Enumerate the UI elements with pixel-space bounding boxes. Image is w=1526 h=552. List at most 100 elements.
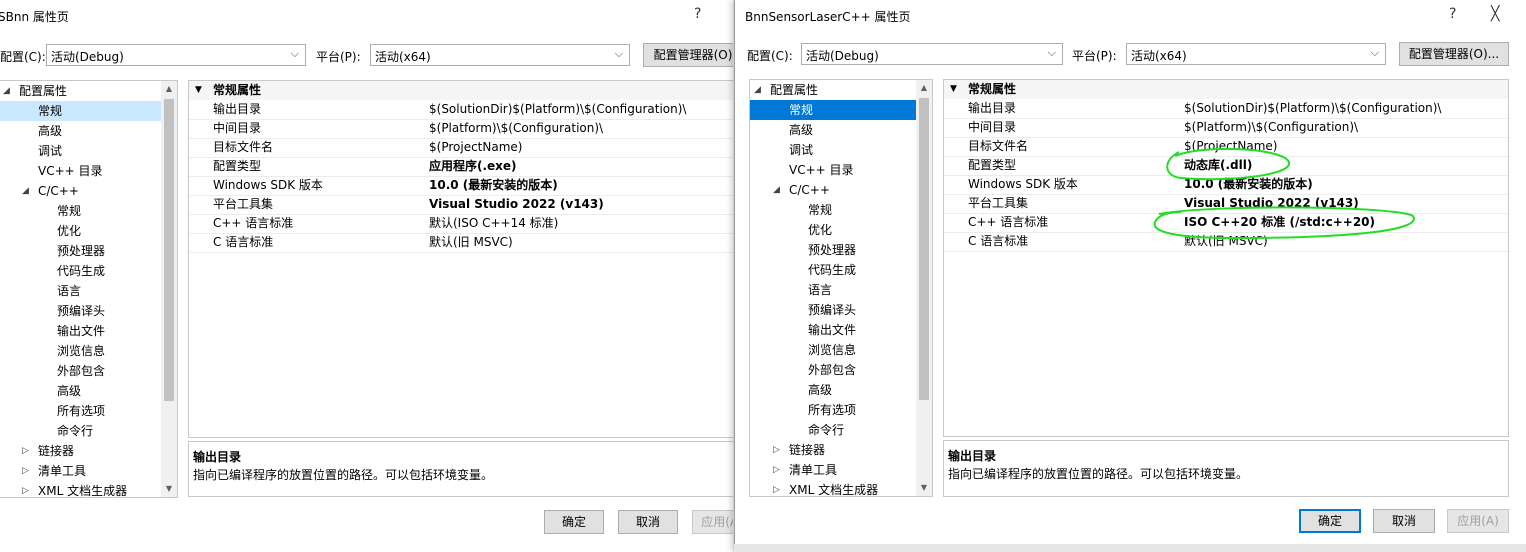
tree-scrollbar[interactable]: ▲ ▼: [916, 80, 932, 496]
tree-item[interactable]: ▷ 链接器: [0, 441, 161, 461]
apply-button[interactable]: 应用(A): [692, 510, 733, 534]
platform-select[interactable]: 活动(x64) ⌵: [1126, 43, 1386, 65]
property-row[interactable]: 目标文件名 $(ProjectName): [189, 138, 733, 158]
property-value[interactable]: 默认(旧 MSVC): [429, 233, 513, 252]
tree-item[interactable]: 常规: [750, 200, 916, 220]
group-header[interactable]: ▼ 常规属性: [944, 80, 1508, 99]
expand-arrow-icon[interactable]: ▷: [773, 480, 780, 496]
property-value[interactable]: 默认(ISO C++14 标准): [429, 214, 558, 233]
collapse-arrow-icon[interactable]: ◢: [22, 181, 29, 201]
tree-item[interactable]: 语言: [750, 280, 916, 300]
tree-item[interactable]: 命令行: [750, 420, 916, 440]
property-row[interactable]: Windows SDK 版本 10.0 (最新安装的版本): [944, 175, 1508, 195]
property-value[interactable]: Visual Studio 2022 (v143): [1184, 194, 1359, 213]
property-value[interactable]: 10.0 (最新安装的版本): [1184, 175, 1313, 194]
property-row[interactable]: C 语言标准 默认(旧 MSVC): [944, 232, 1508, 252]
tree-item[interactable]: 输出文件: [0, 321, 161, 341]
close-icon[interactable]: ╳: [1491, 6, 1499, 22]
property-grid[interactable]: ▼ 常规属性 输出目录 $(SolutionDir)$(Platform)\$(C…: [943, 79, 1509, 437]
tree-item[interactable]: ◢ 配置属性: [750, 80, 916, 100]
property-row[interactable]: 目标文件名 $(ProjectName): [944, 137, 1508, 157]
category-tree[interactable]: ▲ ▼ ◢ 配置属性 常规 高级 调试 VC++ 目录 ◢ C/C++ 常规 优化 预处理器 代码生成…: [0, 80, 178, 498]
help-button[interactable]: ?: [1449, 6, 1456, 22]
tree-item[interactable]: 预处理器: [0, 241, 161, 261]
tree-item[interactable]: 高级: [750, 380, 916, 400]
tree-item[interactable]: 命令行: [0, 421, 161, 441]
help-button[interactable]: ?: [694, 6, 701, 22]
property-row[interactable]: 平台工具集 Visual Studio 2022 (v143): [189, 195, 733, 215]
tree-item[interactable]: 常规: [0, 101, 161, 121]
property-value[interactable]: $(ProjectName): [429, 138, 522, 157]
scroll-up-icon[interactable]: ▲: [916, 80, 932, 96]
property-row[interactable]: 配置类型 应用程序(.exe): [189, 157, 733, 177]
property-value[interactable]: Visual Studio 2022 (v143): [429, 195, 604, 214]
property-row[interactable]: 配置类型 动态库(.dll): [944, 156, 1508, 176]
ok-button[interactable]: 确定: [544, 510, 604, 534]
property-value[interactable]: 应用程序(.exe): [429, 157, 517, 176]
expand-arrow-icon[interactable]: ▷: [22, 441, 29, 461]
tree-item[interactable]: ◢ C/C++: [0, 181, 161, 201]
tree-item[interactable]: ▷ 清单工具: [0, 461, 161, 481]
property-value[interactable]: $(SolutionDir)$(Platform)\$(Configuratio…: [1184, 99, 1441, 118]
property-row[interactable]: 中间目录 $(Platform)\$(Configuration)\: [189, 119, 733, 139]
expand-arrow-icon[interactable]: ▷: [22, 481, 29, 497]
property-grid[interactable]: ▼ 常规属性 输出目录 $(SolutionDir)$(Platform)\$(C…: [188, 80, 733, 438]
tree-item[interactable]: 浏览信息: [0, 341, 161, 361]
scroll-thumb[interactable]: [919, 98, 929, 400]
title-bar[interactable]: SBnn 属性页 ?: [0, 0, 733, 32]
tree-item[interactable]: 输出文件: [750, 320, 916, 340]
tree-item[interactable]: 常规: [750, 100, 916, 120]
ok-button[interactable]: 确定: [1299, 509, 1361, 533]
property-value[interactable]: 动态库(.dll): [1184, 156, 1252, 175]
group-header[interactable]: ▼ 常规属性: [189, 81, 733, 100]
tree-item[interactable]: 预编译头: [750, 300, 916, 320]
property-value[interactable]: ISO C++20 标准 (/std:c++20): [1184, 213, 1375, 232]
config-select[interactable]: 活动(Debug) ⌵: [801, 43, 1063, 65]
property-value[interactable]: 10.0 (最新安装的版本): [429, 176, 558, 195]
property-value[interactable]: 默认(旧 MSVC): [1184, 232, 1268, 251]
tree-item[interactable]: 所有选项: [750, 400, 916, 420]
cancel-button[interactable]: 取消: [618, 510, 678, 534]
property-row[interactable]: 输出目录 $(SolutionDir)$(Platform)\$(Configur…: [944, 99, 1508, 119]
tree-item[interactable]: 外部包含: [0, 361, 161, 381]
collapse-arrow-icon[interactable]: ◢: [754, 80, 761, 100]
scroll-down-icon[interactable]: ▼: [161, 481, 177, 497]
tree-scrollbar[interactable]: ▲ ▼: [161, 81, 177, 497]
category-tree[interactable]: ▲ ▼ ◢ 配置属性 常规 高级 调试 VC++ 目录 ◢ C/C++ 常规 优化 预处理器 代码生成…: [749, 79, 933, 497]
config-manager-button[interactable]: 配置管理器(O): [643, 43, 733, 67]
property-row[interactable]: 平台工具集 Visual Studio 2022 (v143): [944, 194, 1508, 214]
tree-item[interactable]: 语言: [0, 281, 161, 301]
tree-item[interactable]: 常规: [0, 201, 161, 221]
scroll-thumb[interactable]: [164, 99, 174, 401]
tree-item[interactable]: 优化: [750, 220, 916, 240]
tree-item[interactable]: ▷ 链接器: [750, 440, 916, 460]
tree-item[interactable]: ▷ XML 文档生成器: [0, 481, 161, 497]
property-row[interactable]: Windows SDK 版本 10.0 (最新安装的版本): [189, 176, 733, 196]
tree-item[interactable]: 代码生成: [0, 261, 161, 281]
tree-item[interactable]: 预编译头: [0, 301, 161, 321]
tree-item[interactable]: 高级: [750, 120, 916, 140]
config-select[interactable]: 活动(Debug) ⌵: [46, 44, 306, 66]
tree-item[interactable]: VC++ 目录: [750, 160, 916, 180]
tree-item[interactable]: ▷ 清单工具: [750, 460, 916, 480]
property-row[interactable]: C++ 语言标准 ISO C++20 标准 (/std:c++20): [944, 213, 1508, 233]
tree-item[interactable]: ◢ C/C++: [750, 180, 916, 200]
tree-item[interactable]: 代码生成: [750, 260, 916, 280]
tree-item[interactable]: 优化: [0, 221, 161, 241]
scroll-down-icon[interactable]: ▼: [916, 480, 932, 496]
tree-item[interactable]: ◢ 配置属性: [0, 81, 161, 101]
expand-arrow-icon[interactable]: ▷: [22, 461, 29, 481]
collapse-arrow-icon[interactable]: ◢: [773, 180, 780, 200]
collapse-arrow-icon[interactable]: ◢: [3, 81, 10, 101]
property-value[interactable]: $(Platform)\$(Configuration)\: [429, 119, 603, 138]
collapse-icon[interactable]: ▼: [950, 80, 957, 99]
tree-item[interactable]: 预处理器: [750, 240, 916, 260]
property-row[interactable]: 输出目录 $(SolutionDir)$(Platform)\$(Configur…: [189, 100, 733, 120]
tree-item[interactable]: 所有选项: [0, 401, 161, 421]
property-row[interactable]: C++ 语言标准 默认(ISO C++14 标准): [189, 214, 733, 234]
expand-arrow-icon[interactable]: ▷: [773, 440, 780, 460]
tree-item[interactable]: 高级: [0, 381, 161, 401]
tree-item[interactable]: 调试: [750, 140, 916, 160]
title-bar[interactable]: BnnSensorLaserC++ 属性页 ? ╳: [735, 0, 1526, 32]
tree-item[interactable]: 调试: [0, 141, 161, 161]
